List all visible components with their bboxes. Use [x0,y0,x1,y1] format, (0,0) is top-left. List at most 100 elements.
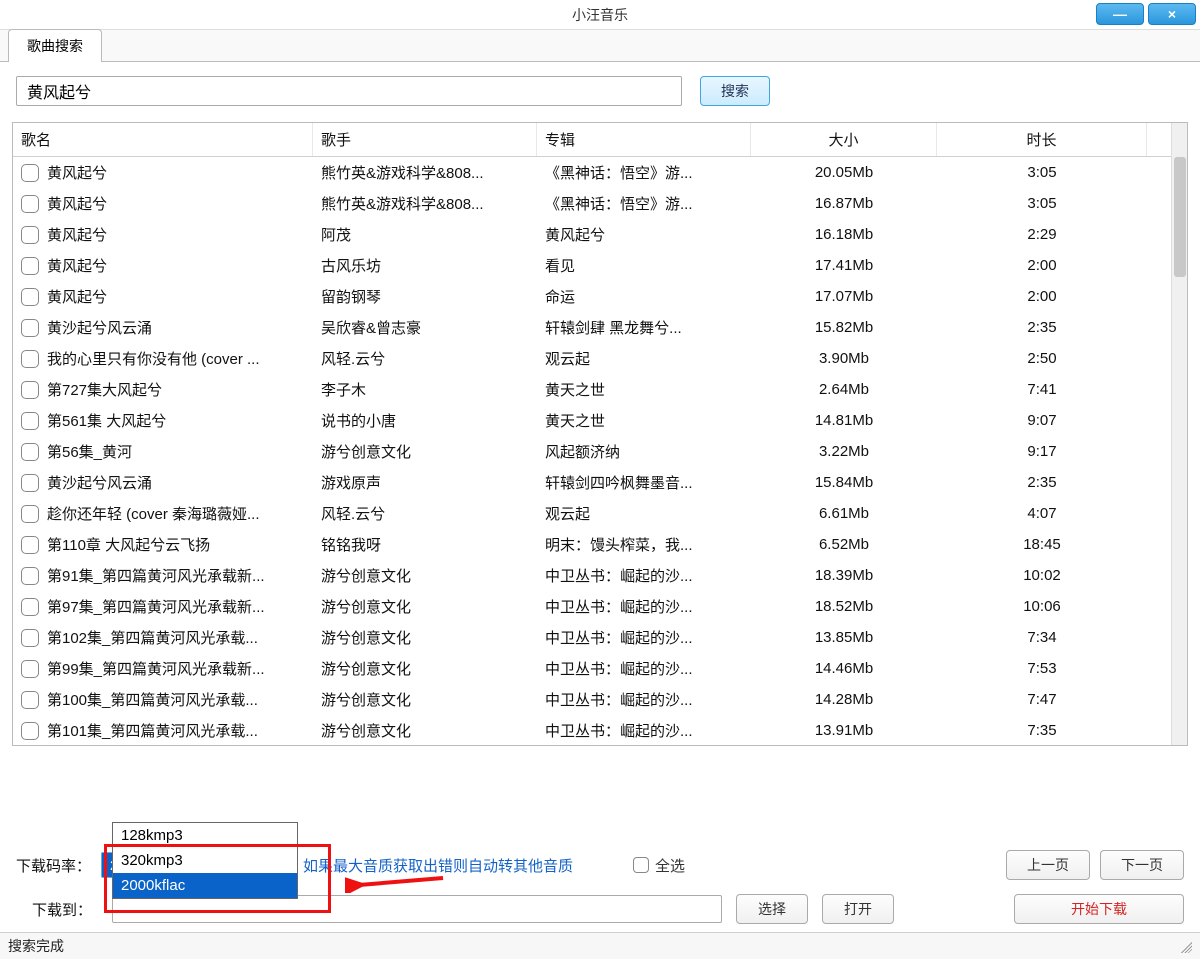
cell-duration: 2:35 [937,319,1147,336]
search-input[interactable] [16,76,682,106]
col-name[interactable]: 歌名 [13,123,313,156]
row-checkbox[interactable] [21,660,39,678]
open-folder-button[interactable]: 打开 [822,894,894,924]
cell-name-text: 第91集_第四篇黄河风光承载新... [47,565,265,586]
cell-size: 14.28Mb [751,691,937,708]
cell-name: 第110章 大风起兮云飞扬 [13,534,313,555]
minimize-button[interactable]: — [1096,3,1144,25]
download-path-input[interactable] [112,895,722,923]
cell-album: 轩辕剑四吟枫舞墨音... [537,472,751,493]
row-checkbox[interactable] [21,598,39,616]
next-page-button[interactable]: 下一页 [1100,850,1184,880]
cell-name: 第100集_第四篇黄河风光承载... [13,689,313,710]
resize-grip-icon[interactable] [1178,939,1192,953]
table-row[interactable]: 第110章 大风起兮云飞扬铭铭我呀明末：馒头榨菜，我...6.52Mb18:45 [13,529,1171,560]
quality-dropdown-list[interactable]: 128kmp3 320kmp3 2000kflac [112,822,298,899]
table-row[interactable]: 黄沙起兮风云涌游戏原声轩辕剑四吟枫舞墨音...15.84Mb2:35 [13,467,1171,498]
row-checkbox[interactable] [21,195,39,213]
quality-option-128[interactable]: 128kmp3 [113,823,297,848]
cell-name-text: 第99集_第四篇黄河风光承载新... [47,658,265,679]
table-row[interactable]: 第102集_第四篇黄河风光承载...游兮创意文化中卫丛书：崛起的沙...13.8… [13,622,1171,653]
row-checkbox[interactable] [21,412,39,430]
row-checkbox[interactable] [21,381,39,399]
row-checkbox[interactable] [21,691,39,709]
table-row[interactable]: 黄风起兮留韵钢琴命运17.07Mb2:00 [13,281,1171,312]
quality-option-2000[interactable]: 2000kflac [113,873,297,898]
cell-artist: 游兮创意文化 [313,565,537,586]
select-all-checkbox[interactable]: 全选 [633,855,685,876]
table-row[interactable]: 黄风起兮熊竹英&游戏科学&808...《黑神话：悟空》游...16.87Mb3:… [13,188,1171,219]
row-checkbox[interactable] [21,536,39,554]
tab-song-search[interactable]: 歌曲搜索 [8,29,102,62]
row-checkbox[interactable] [21,629,39,647]
cell-name-text: 黄风起兮 [47,286,107,307]
cell-duration: 7:41 [937,381,1147,398]
table-row[interactable]: 第100集_第四篇黄河风光承载...游兮创意文化中卫丛书：崛起的沙...14.2… [13,684,1171,715]
cell-size: 2.64Mb [751,381,937,398]
choose-folder-button[interactable]: 选择 [736,894,808,924]
cell-name: 第56集_黄河 [13,441,313,462]
prev-page-button[interactable]: 上一页 [1006,850,1090,880]
cell-artist: 游兮创意文化 [313,596,537,617]
row-checkbox[interactable] [21,164,39,182]
table-row[interactable]: 趁你还年轻 (cover 秦海璐薇娅...风轻.云兮观云起6.61Mb4:07 [13,498,1171,529]
table-row[interactable]: 黄沙起兮风云涌吴欣睿&曾志豪轩辕剑肆 黑龙舞兮...15.82Mb2:35 [13,312,1171,343]
title-bar: 小汪音乐 — × [0,0,1200,30]
table-row[interactable]: 黄风起兮古风乐坊看见17.41Mb2:00 [13,250,1171,281]
row-checkbox[interactable] [21,722,39,740]
row-checkbox[interactable] [21,319,39,337]
row-checkbox[interactable] [21,474,39,492]
cell-artist: 游兮创意文化 [313,658,537,679]
cell-duration: 9:07 [937,412,1147,429]
cell-name-text: 第727集大风起兮 [47,379,162,400]
table-row[interactable]: 第727集大风起兮李子木黄天之世2.64Mb7:41 [13,374,1171,405]
table-row[interactable]: 我的心里只有你没有他 (cover ...风轻.云兮观云起3.90Mb2:50 [13,343,1171,374]
cell-duration: 3:05 [937,164,1147,181]
vertical-scrollbar[interactable] [1171,123,1187,745]
cell-name: 第99集_第四篇黄河风光承载新... [13,658,313,679]
col-size[interactable]: 大小 [751,123,937,156]
table-row[interactable]: 第56集_黄河游兮创意文化风起额济纳3.22Mb9:17 [13,436,1171,467]
col-album[interactable]: 专辑 [537,123,751,156]
quality-option-320[interactable]: 320kmp3 [113,848,297,873]
start-download-button[interactable]: 开始下载 [1014,894,1184,924]
table-row[interactable]: 第99集_第四篇黄河风光承载新...游兮创意文化中卫丛书：崛起的沙...14.4… [13,653,1171,684]
status-bar: 搜索完成 [0,932,1200,959]
table-row[interactable]: 第101集_第四篇黄河风光承载...游兮创意文化中卫丛书：崛起的沙...13.9… [13,715,1171,745]
search-button[interactable]: 搜索 [700,76,770,106]
table-row[interactable]: 第91集_第四篇黄河风光承载新...游兮创意文化中卫丛书：崛起的沙...18.3… [13,560,1171,591]
cell-artist: 吴欣睿&曾志豪 [313,317,537,338]
table-row[interactable]: 黄风起兮阿茂黄风起兮16.18Mb2:29 [13,219,1171,250]
cell-name-text: 第100集_第四篇黄河风光承载... [47,689,258,710]
cell-name-text: 黄风起兮 [47,224,107,245]
cell-name-text: 第101集_第四篇黄河风光承载... [47,720,258,741]
row-checkbox[interactable] [21,443,39,461]
row-checkbox[interactable] [21,567,39,585]
results-table: 歌名 歌手 专辑 大小 时长 黄风起兮熊竹英&游戏科学&808...《黑神话：悟… [12,122,1188,746]
close-button[interactable]: × [1148,3,1196,25]
col-duration[interactable]: 时长 [937,123,1147,156]
cell-album: 明末：馒头榨菜，我... [537,534,751,555]
table-row[interactable]: 黄风起兮熊竹英&游戏科学&808...《黑神话：悟空》游...20.05Mb3:… [13,157,1171,188]
row-checkbox[interactable] [21,288,39,306]
row-checkbox[interactable] [21,226,39,244]
cell-name-text: 第97集_第四篇黄河风光承载新... [47,596,265,617]
checkbox-icon [633,857,649,873]
cell-duration: 7:47 [937,691,1147,708]
cell-duration: 4:07 [937,505,1147,522]
cell-size: 15.84Mb [751,474,937,491]
row-checkbox[interactable] [21,350,39,368]
cell-size: 3.22Mb [751,443,937,460]
col-artist[interactable]: 歌手 [313,123,537,156]
cell-album: 《黑神话：悟空》游... [537,162,751,183]
table-body: 黄风起兮熊竹英&游戏科学&808...《黑神话：悟空》游...20.05Mb3:… [13,157,1171,745]
row-checkbox[interactable] [21,257,39,275]
row-checkbox[interactable] [21,505,39,523]
cell-size: 20.05Mb [751,164,937,181]
table-row[interactable]: 第97集_第四篇黄河风光承载新...游兮创意文化中卫丛书：崛起的沙...18.5… [13,591,1171,622]
cell-name: 第561集 大风起兮 [13,410,313,431]
cell-size: 13.85Mb [751,629,937,646]
scrollbar-thumb[interactable] [1174,157,1186,277]
table-row[interactable]: 第561集 大风起兮说书的小唐黄天之世14.81Mb9:07 [13,405,1171,436]
cell-album: 轩辕剑肆 黑龙舞兮... [537,317,751,338]
